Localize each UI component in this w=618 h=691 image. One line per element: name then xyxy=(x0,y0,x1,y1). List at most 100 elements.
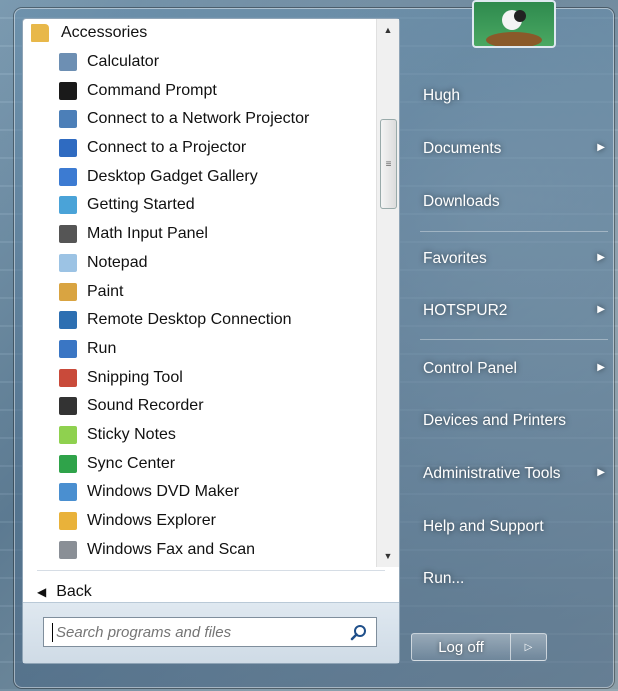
program-item[interactable]: Notepad xyxy=(23,249,375,278)
submenu-arrow-icon: ▶ xyxy=(597,252,605,263)
program-item[interactable]: Connect to a Projector xyxy=(23,134,375,163)
program-label: Windows DVD Maker xyxy=(87,483,240,501)
program-item[interactable]: Connect to a Network Projector xyxy=(23,105,375,134)
remote-desktop-icon xyxy=(59,311,77,330)
right-item[interactable]: Documents ▶ xyxy=(409,128,609,170)
program-label: Remote Desktop Connection xyxy=(87,311,292,329)
right-item[interactable]: Control Panel ▶ xyxy=(409,348,609,390)
right-item-label: Control Panel xyxy=(423,360,517,377)
right-item[interactable]: HOTSPUR2 ▶ xyxy=(409,290,609,332)
right-item[interactable]: Downloads xyxy=(409,181,609,223)
right-item-label: Administrative Tools xyxy=(423,465,561,482)
scroll-up-button[interactable]: ▲ xyxy=(377,19,399,41)
program-item[interactable]: Windows DVD Maker xyxy=(23,478,375,507)
right-item-label: HOTSPUR2 xyxy=(423,302,508,319)
right-item[interactable]: Administrative Tools ▶ xyxy=(409,453,609,495)
submenu-arrow-icon: ▶ xyxy=(597,304,605,315)
dvd-maker-icon xyxy=(59,483,77,502)
notepad-icon xyxy=(59,253,77,272)
submenu-arrow-icon: ▶ xyxy=(597,467,605,478)
program-item[interactable]: Sync Center xyxy=(23,449,375,478)
back-label: Back xyxy=(56,583,92,600)
getting-started-icon xyxy=(59,196,77,215)
right-item-label: Downloads xyxy=(423,193,500,210)
scroll-down-button[interactable]: ▼ xyxy=(377,545,399,567)
program-label: Command Prompt xyxy=(87,81,217,99)
user-name-link[interactable]: Hugh xyxy=(409,75,609,117)
program-label: Sync Center xyxy=(87,454,176,472)
scroll-thumb[interactable]: ≡ xyxy=(380,119,397,209)
snipping-tool-icon xyxy=(59,368,77,387)
program-label: Connect to a Network Projector xyxy=(87,110,310,128)
right-item[interactable]: Favorites ▶ xyxy=(409,238,609,280)
network-projector-icon xyxy=(59,110,77,129)
program-item[interactable]: Run xyxy=(23,335,375,364)
program-item[interactable]: Desktop Gadget Gallery xyxy=(23,162,375,191)
right-item[interactable]: Run... xyxy=(409,558,609,600)
program-item[interactable]: Windows Explorer xyxy=(23,507,375,536)
user-name: Hugh xyxy=(423,87,461,104)
program-label: Sticky Notes xyxy=(87,425,176,443)
folder-icon xyxy=(31,24,49,43)
sticky-notes-icon xyxy=(59,425,77,444)
submenu-arrow-icon: ▶ xyxy=(597,362,605,373)
program-item[interactable]: Sound Recorder xyxy=(23,392,375,421)
program-item[interactable]: Windows Fax and Scan xyxy=(23,535,375,564)
back-arrow-icon: ◀ xyxy=(37,585,47,599)
program-label: Getting Started xyxy=(87,196,195,214)
program-label: Desktop Gadget Gallery xyxy=(87,167,258,185)
program-item[interactable]: Remote Desktop Connection xyxy=(23,306,375,335)
calculator-icon xyxy=(59,53,77,72)
search-icon[interactable] xyxy=(350,624,368,642)
shutdown-options-button[interactable]: ▷ xyxy=(511,633,547,661)
program-label: Calculator xyxy=(87,53,160,71)
microphone-icon xyxy=(59,397,77,416)
gadget-gallery-icon xyxy=(59,167,77,186)
right-item-label: Documents xyxy=(423,140,502,157)
submenu-arrow-icon: ▶ xyxy=(597,142,605,153)
program-label: Snipping Tool xyxy=(87,368,183,386)
right-item-label: Favorites xyxy=(423,250,487,267)
right-item[interactable]: Help and Support xyxy=(409,506,609,548)
projector-icon xyxy=(59,139,77,158)
paint-icon xyxy=(59,282,77,301)
run-icon xyxy=(59,339,77,358)
right-item-label: Devices and Printers xyxy=(423,412,567,429)
logoff-group: Log off ▷ xyxy=(411,633,547,661)
programs-pane: Accessories Calculator Command Prompt Conn… xyxy=(22,18,400,664)
separator xyxy=(420,231,608,232)
program-label: Run xyxy=(87,339,117,357)
logoff-label: Log off xyxy=(438,638,484,656)
user-avatar[interactable] xyxy=(472,0,556,48)
program-item[interactable]: Snipping Tool xyxy=(23,363,375,392)
program-label: Sound Recorder xyxy=(87,397,204,415)
separator xyxy=(420,339,608,340)
search-input[interactable] xyxy=(52,622,338,642)
divider xyxy=(37,570,385,571)
command-prompt-icon xyxy=(59,81,77,100)
search-area xyxy=(23,602,399,663)
scrollbar[interactable]: ▲ ≡ ▼ xyxy=(376,19,399,567)
fax-scan-icon xyxy=(59,540,77,559)
program-label: Windows Explorer xyxy=(87,512,216,530)
logoff-button[interactable]: Log off xyxy=(411,633,511,661)
program-item[interactable]: Getting Started xyxy=(23,191,375,220)
folder-label: Accessories xyxy=(61,24,148,42)
programs-list: Accessories Calculator Command Prompt Conn… xyxy=(23,19,375,567)
search-box[interactable] xyxy=(43,617,377,647)
right-item[interactable]: Devices and Printers xyxy=(409,400,609,442)
program-label: Paint xyxy=(87,282,124,300)
folder-accessories[interactable]: Accessories xyxy=(23,19,375,48)
program-label: Connect to a Projector xyxy=(87,139,247,157)
program-item[interactable]: Calculator xyxy=(23,48,375,77)
program-item[interactable]: Math Input Panel xyxy=(23,220,375,249)
explorer-folder-icon xyxy=(59,512,77,531)
program-item[interactable]: Sticky Notes xyxy=(23,421,375,450)
program-label: Math Input Panel xyxy=(87,225,208,243)
program-item[interactable]: Paint xyxy=(23,277,375,306)
program-label: Notepad xyxy=(87,253,148,271)
program-label: Windows Fax and Scan xyxy=(87,540,256,558)
sync-center-icon xyxy=(59,454,77,473)
program-item[interactable]: Command Prompt xyxy=(23,76,375,105)
math-input-icon xyxy=(59,225,77,244)
